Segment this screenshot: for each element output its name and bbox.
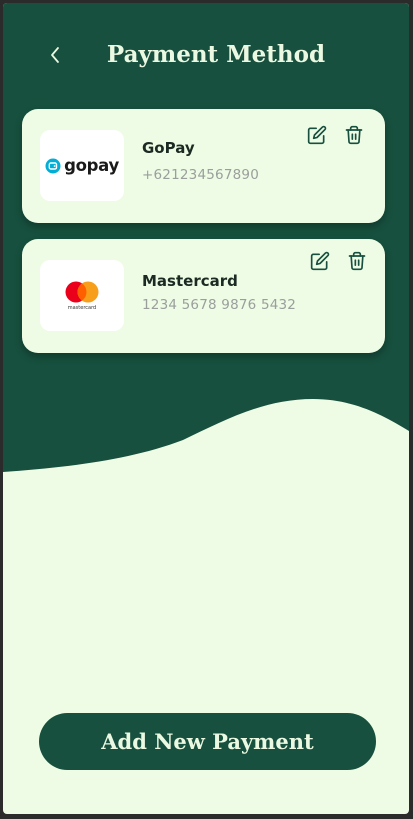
payment-name: Mastercard bbox=[142, 272, 238, 290]
trash-icon bbox=[348, 251, 366, 271]
payment-name: GoPay bbox=[142, 139, 195, 157]
delete-button[interactable] bbox=[345, 249, 369, 273]
payment-card-mastercard[interactable]: mastercard Mastercard 1234 5678 9876 543… bbox=[22, 239, 385, 353]
mastercard-logo: mastercard bbox=[40, 260, 124, 331]
gopay-logo-text: gopay bbox=[64, 156, 119, 175]
edit-icon bbox=[307, 125, 327, 145]
mastercard-circles-icon bbox=[65, 281, 99, 303]
gopay-logo: gopay bbox=[40, 130, 124, 201]
delete-button[interactable] bbox=[342, 123, 366, 147]
page-title: Payment Method bbox=[106, 41, 326, 68]
payment-method-screen: Payment Method gopay GoPay +621234567890 bbox=[3, 3, 409, 814]
edit-button[interactable] bbox=[305, 123, 329, 147]
edit-icon bbox=[310, 251, 330, 271]
header: Payment Method bbox=[3, 31, 409, 79]
add-new-payment-button[interactable]: Add New Payment bbox=[39, 713, 376, 770]
payment-number: +621234567890 bbox=[142, 167, 259, 183]
trash-icon bbox=[345, 125, 363, 145]
mastercard-logo-text: mastercard bbox=[67, 305, 97, 311]
gopay-wallet-icon bbox=[45, 158, 61, 173]
edit-button[interactable] bbox=[308, 249, 332, 273]
payment-number: 1234 5678 9876 5432 bbox=[142, 297, 297, 313]
payment-card-gopay[interactable]: gopay GoPay +621234567890 bbox=[22, 109, 385, 223]
